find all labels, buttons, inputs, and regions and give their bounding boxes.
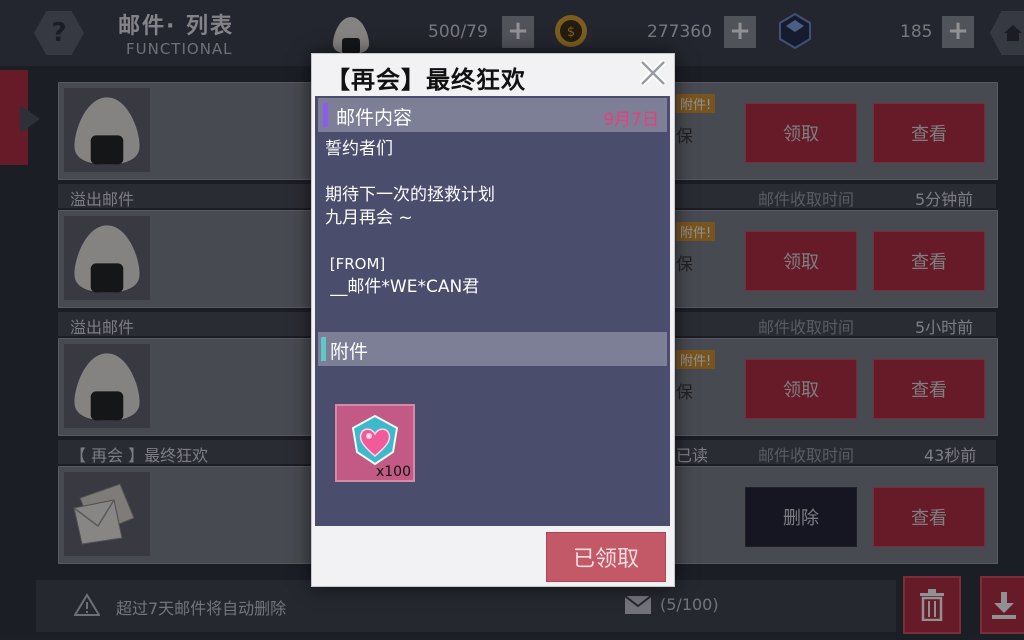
coin-icon: $ — [555, 15, 587, 47]
add-coin-button[interactable]: + — [724, 16, 756, 48]
auto-delete-notice: 超过7天邮件将自动删除 — [116, 599, 287, 618]
receive-time-value: 5小时前 — [915, 318, 974, 337]
onigiri-icon — [74, 353, 140, 421]
attachment-tag: 附件! — [676, 222, 716, 241]
view-button[interactable]: 查看 — [873, 487, 985, 547]
claim-button[interactable]: 领取 — [745, 231, 857, 291]
page-title: 邮件· 列表 — [118, 14, 235, 39]
expand-arrow-icon[interactable] — [20, 105, 40, 133]
section-accent — [323, 103, 328, 127]
row-extra-text: 保 — [676, 255, 693, 275]
attachment-header-label: 附件 — [330, 341, 369, 363]
mail-title: 溢出邮件 — [70, 190, 135, 209]
onigiri-icon — [74, 97, 140, 165]
attachment-item[interactable]: x100 — [335, 404, 415, 482]
receive-time-label: 邮件收取时间 — [758, 446, 855, 465]
crystal-value: 185 — [900, 22, 933, 42]
attachment-section-header: 附件 — [318, 332, 667, 366]
content-section-header: 邮件内容 9月7日 — [318, 98, 667, 132]
trash-icon — [920, 589, 944, 621]
message-line: 誓约者们 — [325, 139, 393, 159]
letters-icon — [73, 483, 135, 545]
help-icon: ? — [51, 18, 67, 48]
mail-count: (5/100) — [660, 595, 719, 614]
add-stamina-button[interactable]: + — [502, 16, 534, 48]
mail-detail-dialog: 【再会】最终狂欢 邮件内容 9月7日 誓约者们 期待下一次的拯救计划 九月再会 … — [311, 53, 675, 587]
row-extra-text: 保 — [676, 383, 693, 403]
stamina-value: 500/79 — [428, 22, 488, 42]
dialog-title: 【再会】最终狂欢 — [326, 66, 526, 94]
message-from-label: [FROM] — [325, 255, 386, 273]
mail-title: 溢出邮件 — [70, 318, 135, 337]
onigiri-icon — [74, 225, 140, 293]
receive-time-label: 邮件收取时间 — [758, 190, 855, 209]
crystal-icon — [779, 12, 811, 50]
section-accent — [321, 337, 326, 361]
content-header-label: 邮件内容 — [336, 107, 413, 129]
onigiri-icon — [333, 17, 369, 54]
attachment-tag: 附件! — [676, 94, 716, 113]
claim-button[interactable]: 领取 — [745, 103, 857, 163]
message-line: 期待下一次的拯救计划 — [325, 185, 495, 205]
close-icon[interactable] — [638, 58, 668, 88]
receive-time-value: 5分钟前 — [915, 190, 974, 209]
dialog-body: 邮件内容 9月7日 誓约者们 期待下一次的拯救计划 九月再会 ~ [FROM] … — [315, 96, 670, 526]
add-crystal-button[interactable]: + — [942, 16, 974, 48]
row-extra-text: 保 — [676, 127, 693, 147]
home-icon — [1004, 25, 1022, 41]
claim-button[interactable]: 领取 — [745, 359, 857, 419]
warning-icon — [74, 593, 100, 616]
view-button[interactable]: 查看 — [873, 231, 985, 291]
mail-title: 【 再会 】最终狂欢 — [70, 446, 209, 465]
svg-text:$: $ — [567, 25, 575, 40]
delete-button[interactable]: 删除 — [745, 487, 857, 547]
download-icon — [992, 592, 1016, 619]
receive-time-value: 43秒前 — [924, 446, 977, 465]
message-sender: __邮件*WE*CAN君 — [325, 277, 480, 297]
heart-gem-icon — [351, 414, 399, 466]
item-quantity: x100 — [375, 464, 411, 480]
read-status: 已读 — [676, 446, 709, 465]
view-button[interactable]: 查看 — [873, 359, 985, 419]
page-subtitle: FUNCTIONAL — [126, 40, 233, 58]
mail-date: 9月7日 — [603, 110, 659, 130]
view-button[interactable]: 查看 — [873, 103, 985, 163]
claim-all-button[interactable] — [980, 576, 1024, 634]
receive-time-label: 邮件收取时间 — [758, 318, 855, 337]
mail-icon — [624, 595, 652, 614]
message-line: 九月再会 ~ — [325, 208, 413, 228]
claimed-button[interactable]: 已领取 — [546, 532, 666, 582]
attachment-tag: 附件! — [676, 350, 716, 369]
delete-all-button[interactable] — [903, 576, 961, 634]
coin-value: 277360 — [647, 22, 712, 42]
